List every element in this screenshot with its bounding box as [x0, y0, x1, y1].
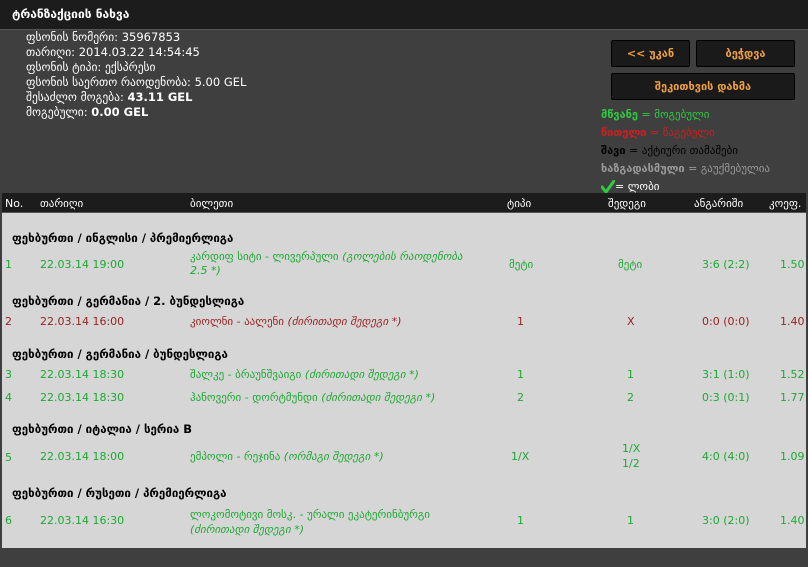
col-ticket[interactable]: ბილეთი — [190, 197, 233, 210]
slip-date-row: თარიღი: 2014.03.22 14:54:45 — [26, 45, 200, 59]
table-header: No. თარიღი ბილეთი ტიპი შედეგი ანგარიში კ… — [2, 193, 806, 213]
col-date[interactable]: თარიღი — [40, 197, 83, 210]
checkmark-icon — [601, 180, 615, 194]
slip-number: 35967853 — [121, 30, 181, 44]
ticket-name: კარდიფ სიტი - ლივერპული (გოლების რაოდენო… — [190, 250, 463, 263]
ticket-name: ლოკომოტივი მოსკ. - ურალი ეკატერინბურგი — [190, 508, 430, 521]
col-no[interactable]: No. — [5, 197, 23, 210]
ticket-name: კიოლნი - აალენი (ძირითადი შედეგი *) — [190, 315, 402, 328]
group-header: ფეხბურთი / გერმანია / 2. ბუნდესლიგა — [12, 294, 245, 308]
ticket-name: შალკე - ბრაუნშვაიგი (ძირითადი შედეგი *) — [190, 368, 419, 381]
slip-type: ექსპრესი — [104, 60, 156, 74]
group-header: ფეხბურთი / გერმანია / ბუნდესლიგა — [12, 347, 228, 361]
color-legend: მწვანე = მოგებული წითელი = წაგებული შავი… — [601, 106, 801, 196]
back-button[interactable]: << უკან — [611, 40, 690, 67]
group-header: ფეხბურთი / რუსეთი / პრემიერლიგა — [12, 486, 227, 500]
won-amount: 0.00 GEL — [91, 105, 149, 119]
legend-gray: ხაზგადასმული = გაუქმებულია — [601, 162, 770, 175]
hide-query-button[interactable]: შეკითხვის დახმა — [611, 73, 795, 100]
legend-red: წითელი = წაგებული — [601, 126, 715, 139]
window-title: ტრანზაქციის ნახვა — [12, 7, 130, 21]
col-result[interactable]: შედეგი — [608, 197, 646, 210]
won-row: მოგებული: 0.00 GEL — [26, 105, 149, 119]
col-coef[interactable]: კოეფ. — [769, 197, 801, 210]
possible-win-row: შესაძლო მოგება: 43.11 GEL — [26, 90, 193, 104]
slip-info: ფსონის ნომერი: 35967853 თარიღი: 2014.03.… — [26, 30, 386, 120]
transaction-window: ტრანზაქციის ნახვა ფსონის ნომერი: 3596785… — [0, 0, 808, 567]
legend-black: შავი = აქტიური თამაშები — [601, 144, 738, 157]
ticket-name: ჰანოვერი - დორტმუნდი (ძირითადი შედეგი *) — [190, 391, 436, 404]
slip-type-row: ფსონის ტიპი: ექსპრესი — [26, 60, 156, 74]
legend-green: მწვანე = მოგებული — [601, 108, 710, 121]
total-stake: 5.00 GEL — [194, 75, 247, 89]
ticket-name: ემპოლი - რეჯინა (ორმაგი შედეგი *) — [190, 450, 384, 463]
group-header: ფეხბურთი / იტალია / სერია B — [12, 422, 192, 436]
possible-win: 43.11 GEL — [127, 90, 193, 104]
col-type[interactable]: ტიპი — [507, 197, 531, 210]
title-bar: ტრანზაქციის ნახვა — [0, 0, 808, 30]
slip-date: 2014.03.22 14:54:45 — [78, 45, 200, 59]
group-header: ფეხბურთი / ინგლისი / პრემიერლიგა — [12, 231, 234, 245]
bottom-bar — [0, 548, 808, 567]
total-stake-row: ფსონის საერთო რაოდენობა: 5.00 GEL — [26, 75, 247, 89]
bets-table: No. თარიღი ბილეთი ტიპი შედეგი ანგარიში კ… — [2, 193, 806, 548]
col-score[interactable]: ანგარიში — [694, 197, 743, 210]
print-button[interactable]: ბეჭდვა — [696, 40, 795, 67]
slip-number-row: ფსონის ნომერი: 35967853 — [26, 30, 181, 44]
